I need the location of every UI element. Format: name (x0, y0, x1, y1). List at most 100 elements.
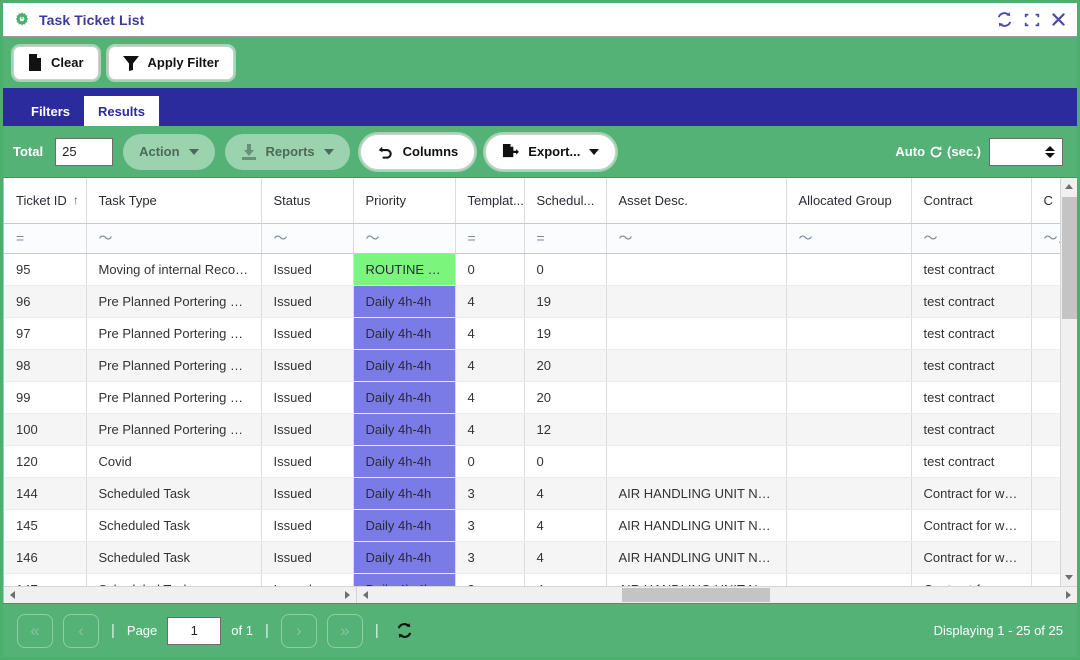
column-header-template[interactable]: Templat... (455, 178, 525, 224)
close-icon[interactable] (1050, 11, 1067, 28)
cell-task-type: Pre Planned Portering w... (86, 381, 262, 414)
cell-allocated-group (786, 381, 912, 414)
refresh-icon[interactable] (995, 10, 1014, 29)
table-row[interactable]: 120 Covid Issued Daily 4h-4h 0 0 test contract (4, 445, 1067, 478)
spinner-arrows-icon[interactable] (1045, 145, 1055, 158)
first-page-button[interactable]: « (17, 613, 53, 648)
column-filter-cell[interactable]: = (4, 223, 87, 254)
vertical-scroll-thumb[interactable] (1061, 197, 1077, 319)
table-row[interactable]: 99 Pre Planned Portering w... Issued Daily … (4, 381, 1067, 414)
scroll-left-icon[interactable] (4, 587, 21, 603)
table-row[interactable]: 100 Pre Planned Portering w... Issued Daily… (4, 413, 1067, 446)
scroll-right-icon[interactable] (339, 587, 356, 603)
column-filter-cell[interactable]: ～ (911, 223, 1032, 254)
table-row[interactable]: 95 Moving of internal Recor... Issued ROUTI… (4, 253, 1067, 286)
column-header-ticket-id[interactable]: Ticket ID ↑ (4, 178, 87, 224)
tab-filters[interactable]: Filters (17, 96, 84, 126)
scroll-right-icon[interactable] (1060, 587, 1077, 603)
scroll-left-icon[interactable] (357, 587, 374, 603)
task-ticket-list-window: Task Ticket List Clear Apply Filter Filt… (0, 0, 1080, 660)
last-page-button[interactable]: » (326, 613, 363, 648)
cell-task-type: Scheduled Task (86, 477, 262, 510)
column-filter-cell[interactable]: = (524, 223, 607, 254)
prev-page-button[interactable]: ‹ (63, 613, 99, 648)
table-row[interactable]: 144 Scheduled Task Issued Daily 4h-4h 3 4 AIR … (4, 477, 1067, 510)
cell-allocated-group (786, 477, 912, 510)
column-header-schedule[interactable]: Schedul... (524, 178, 607, 224)
clear-button[interactable]: Clear (13, 45, 99, 80)
cell-allocated-group (786, 349, 912, 382)
cell-template: 0 (455, 445, 525, 478)
column-header-label: Asset Desc. (618, 192, 688, 208)
grid-viewport: Ticket ID ↑ Task Type Status Priority Templat… (4, 178, 1077, 586)
column-header-contract[interactable]: Contract (911, 178, 1032, 224)
cell-schedule: 4 (524, 477, 607, 510)
column-filter-cell[interactable]: ～ (786, 223, 912, 254)
cell-priority: Daily 4h-4h (353, 509, 456, 542)
column-filter-cell[interactable]: ～ (86, 223, 262, 254)
tickets-table: Ticket ID ↑ Task Type Status Priority Templat… (4, 178, 1067, 586)
cell-allocated-group (786, 317, 912, 350)
reports-button[interactable]: Reports (224, 133, 350, 170)
column-filter-cell[interactable]: ～ (261, 223, 354, 254)
table-row[interactable]: 147Scheduled TaskIssuedDaily 4h-4h34AIR … (4, 573, 1067, 586)
cell-template: 3 (455, 509, 525, 542)
column-header-label: C (1043, 192, 1053, 208)
locked-horizontal-scrollbar[interactable] (4, 587, 356, 603)
locked-scroll-track[interactable] (21, 587, 339, 603)
filter-equals-icon[interactable]: = (468, 230, 476, 246)
export-button[interactable]: Export... (485, 133, 617, 170)
column-header-task-type[interactable]: Task Type (86, 178, 262, 224)
window-controls (995, 10, 1069, 29)
column-header-status[interactable]: Status (261, 178, 354, 224)
column-header-label: Schedul... (536, 192, 595, 208)
main-scroll-track[interactable] (374, 587, 1060, 603)
page-count-label: of 1 (231, 623, 253, 638)
table-row[interactable]: 96 Pre Planned Portering w... Issued Daily … (4, 285, 1067, 318)
next-page-button[interactable]: › (280, 613, 317, 648)
cell-contract: test contract (911, 253, 1032, 286)
cell-status: Issued (261, 573, 354, 586)
column-header-asset-desc[interactable]: Asset Desc. (606, 178, 787, 224)
column-filter-cell[interactable]: = (455, 223, 525, 254)
scroll-down-icon[interactable] (1061, 569, 1078, 586)
columns-button[interactable]: Columns (359, 133, 476, 170)
horizontal-scroll-thumb[interactable] (622, 588, 770, 602)
column-filter-cell[interactable]: ～ (353, 223, 456, 254)
vertical-scroll-track[interactable] (1061, 195, 1077, 569)
sort-ascending-icon[interactable]: ↑ (73, 193, 79, 207)
page-number-input[interactable] (167, 616, 222, 645)
cell-template: 3 (455, 573, 525, 586)
table-row[interactable]: 97 Pre Planned Portering w... Issued Daily … (4, 317, 1067, 350)
expand-icon[interactable] (1023, 11, 1041, 29)
filter-contains-icon[interactable]: ～ (366, 230, 380, 246)
cell-allocated-group (786, 445, 912, 478)
filter-contains-icon[interactable]: ～ (274, 230, 288, 246)
column-header-priority[interactable]: Priority (353, 178, 456, 224)
refresh-grid-button[interactable] (395, 621, 414, 640)
filter-contains-icon[interactable]: ～ (924, 230, 938, 246)
filter-equals-icon[interactable]: = (537, 230, 545, 246)
action-button[interactable]: Action (123, 133, 215, 170)
vertical-scrollbar[interactable] (1060, 178, 1077, 586)
cell-status: Issued (261, 253, 354, 286)
tab-results[interactable]: Results (84, 96, 159, 126)
total-input[interactable] (55, 137, 114, 166)
column-header-allocated-group[interactable]: Allocated Group (786, 178, 912, 224)
column-filter-cell[interactable]: ～ (606, 223, 787, 254)
filter-equals-icon[interactable]: = (16, 230, 24, 246)
table-row[interactable]: 145 Scheduled Task Issued Daily 4h-4h 3 4 AIR … (4, 509, 1067, 542)
table-row[interactable]: 98 Pre Planned Portering w... Issued Daily … (4, 349, 1067, 382)
filter-contains-icon[interactable]: ～ (99, 230, 113, 246)
window-title: Task Ticket List (39, 11, 145, 28)
scroll-up-icon[interactable] (1061, 178, 1078, 195)
table-row[interactable]: 146 Scheduled Task Issued Daily 4h-4h 3 4 AIR … (4, 541, 1067, 574)
auto-refresh-input[interactable] (989, 137, 1063, 166)
filter-contains-icon[interactable]: ～ (799, 230, 813, 246)
cell-priority: Daily 4h-4h (353, 413, 456, 446)
main-horizontal-scrollbar[interactable] (356, 587, 1077, 603)
cell-contract: test contract (911, 349, 1032, 382)
cell-task-type: Moving of internal Recor... (86, 253, 262, 286)
filter-contains-icon[interactable]: ～ (619, 230, 633, 246)
apply-filter-button[interactable]: Apply Filter (107, 45, 235, 80)
